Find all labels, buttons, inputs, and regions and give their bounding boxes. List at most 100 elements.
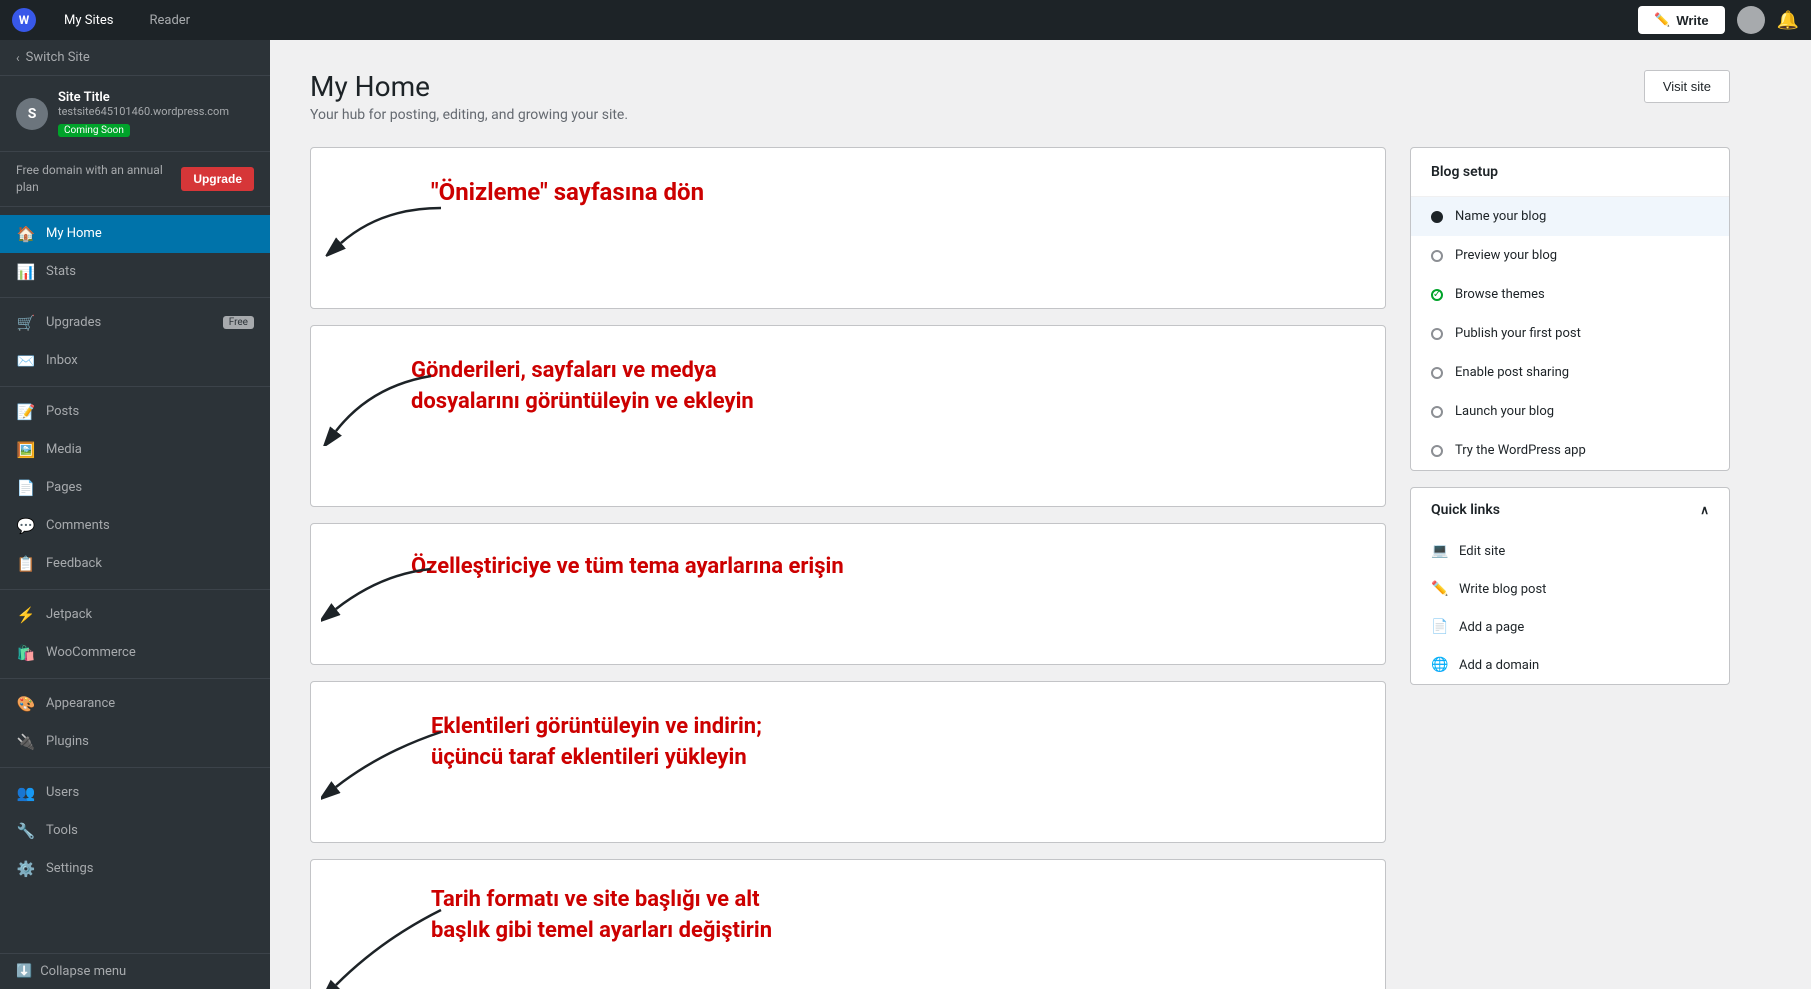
quick-link-label-add-domain: Add a domain <box>1459 658 1539 673</box>
sidebar: ‹ Switch Site S Site Title testsite64510… <box>0 40 270 989</box>
topbar-right: ✏️ Write 🔔 <box>1638 6 1799 34</box>
sidebar-item-tools[interactable]: 🔧 Tools <box>0 812 270 850</box>
write-button[interactable]: ✏️ Write <box>1638 6 1724 34</box>
arrow-preview <box>321 198 451 258</box>
collapse-label: Collapse menu <box>40 964 126 979</box>
setup-label-preview: Preview your blog <box>1455 248 1557 263</box>
page-title: My Home <box>310 70 628 103</box>
sidebar-label-plugins: Plugins <box>46 734 254 749</box>
sidebar-label-jetpack: Jetpack <box>46 607 254 622</box>
nav-divider-2 <box>0 386 270 387</box>
quick-links-title: Quick links <box>1431 502 1500 518</box>
setup-dot-themes: ✓ <box>1431 289 1443 301</box>
sidebar-item-media[interactable]: 🖼️ Media <box>0 431 270 469</box>
page-header: My Home Your hub for posting, editing, a… <box>310 70 1730 123</box>
setup-item-name[interactable]: Name your blog <box>1411 197 1729 236</box>
sidebar-label-stats: Stats <box>46 264 254 279</box>
sidebar-item-settings[interactable]: ⚙️ Settings <box>0 850 270 888</box>
nav-divider-3 <box>0 589 270 590</box>
setup-item-launch[interactable]: Launch your blog <box>1411 392 1729 431</box>
nav-divider-1 <box>0 297 270 298</box>
users-icon: 👥 <box>16 783 36 803</box>
laptop-icon: 💻 <box>1431 542 1449 560</box>
setup-label-publish: Publish your first post <box>1455 326 1581 341</box>
sidebar-item-stats[interactable]: 📊 Stats <box>0 253 270 291</box>
switch-site[interactable]: ‹ Switch Site <box>0 40 270 76</box>
card-plugins: Eklentileri görüntüleyin ve indirin;üçün… <box>310 681 1386 843</box>
quick-links-header: Quick links ∧ <box>1411 488 1729 532</box>
quick-link-edit-site[interactable]: 💻 Edit site <box>1411 532 1729 570</box>
sidebar-label-users: Users <box>46 785 254 800</box>
setup-item-preview[interactable]: Preview your blog <box>1411 236 1729 275</box>
sidebar-label-comments: Comments <box>46 518 254 533</box>
bell-icon[interactable]: 🔔 <box>1777 10 1799 31</box>
card-plugins-content: Eklentileri görüntüleyin ve indirin;üçün… <box>311 682 1385 842</box>
topbar-brand: W <box>12 8 36 32</box>
feedback-icon: 📋 <box>16 554 36 574</box>
upgrade-button[interactable]: Upgrade <box>181 167 254 191</box>
upgrades-icon: 🛒 <box>16 313 36 333</box>
blog-setup-header: Blog setup <box>1411 148 1729 197</box>
stats-icon: 📊 <box>16 262 36 282</box>
sidebar-label-upgrades: Upgrades <box>46 315 213 330</box>
sidebar-item-pages[interactable]: 📄 Pages <box>0 469 270 507</box>
setup-dot-preview <box>1431 250 1443 262</box>
setup-item-themes[interactable]: ✓ Browse themes <box>1411 275 1729 314</box>
setup-label-name: Name your blog <box>1455 209 1546 224</box>
site-name: Site Title <box>58 90 254 105</box>
sidebar-label-woocommerce: WooCommerce <box>46 645 254 660</box>
sidebar-item-users[interactable]: 👥 Users <box>0 774 270 812</box>
collapse-menu[interactable]: ⬇️ Collapse menu <box>0 953 270 989</box>
quick-link-add-page[interactable]: 📄 Add a page <box>1411 608 1729 646</box>
wp-logo: W <box>12 8 36 32</box>
card-settings-content: Tarih formatı ve site başlığı ve altbaşl… <box>311 860 1385 989</box>
site-icon: S <box>16 98 48 130</box>
annotation-posts: Gönderileri, sayfaları ve medyadosyaları… <box>411 356 754 418</box>
sidebar-item-jetpack[interactable]: ⚡ Jetpack <box>0 596 270 634</box>
sidebar-label-settings: Settings <box>46 861 254 876</box>
sidebar-label-inbox: Inbox <box>46 353 254 368</box>
nav-divider-4 <box>0 678 270 679</box>
quick-link-label-add-page: Add a page <box>1459 620 1524 635</box>
topbar-nav-reader[interactable]: Reader <box>141 9 198 32</box>
site-info: S Site Title testsite645101460.wordpress… <box>0 76 270 152</box>
annotation-appearance: Özelleştiriciye ve tüm tema ayarlarına e… <box>411 554 844 579</box>
media-icon: 🖼️ <box>16 440 36 460</box>
setup-label-app: Try the WordPress app <box>1455 443 1586 458</box>
setup-dot-launch <box>1431 406 1443 418</box>
sidebar-item-posts[interactable]: 📝 Posts <box>0 393 270 431</box>
page-icon: 📄 <box>1431 618 1449 636</box>
avatar[interactable] <box>1737 6 1765 34</box>
setup-dot-publish <box>1431 328 1443 340</box>
sidebar-item-woocommerce[interactable]: 🛍️ WooCommerce <box>0 634 270 672</box>
sidebar-item-myhome[interactable]: 🏠 My Home <box>0 215 270 253</box>
quick-link-add-domain[interactable]: 🌐 Add a domain <box>1411 646 1729 684</box>
card-preview-content: "Önizleme" sayfasına dön <box>311 148 1385 308</box>
chevron-left-icon: ‹ <box>16 51 20 65</box>
left-column: "Önizleme" sayfasına dön Gönderileri, sa… <box>310 147 1386 989</box>
annotation-settings: Tarih formatı ve site başlığı ve altbaşl… <box>431 885 772 947</box>
topbar-nav-mysites[interactable]: My Sites <box>56 9 121 32</box>
settings-icon: ⚙️ <box>16 859 36 879</box>
setup-item-app[interactable]: Try the WordPress app <box>1411 431 1729 470</box>
quick-link-write-post[interactable]: ✏️ Write blog post <box>1411 570 1729 608</box>
sidebar-item-upgrades[interactable]: 🛒 Upgrades Free <box>0 304 270 342</box>
annotation-preview: "Önizleme" sayfasına dön <box>431 178 704 206</box>
card-preview: "Önizleme" sayfasına dön <box>310 147 1386 309</box>
quick-links-card: Quick links ∧ 💻 Edit site ✏️ Write blog … <box>1410 487 1730 685</box>
sidebar-item-appearance[interactable]: 🎨 Appearance <box>0 685 270 723</box>
setup-label-launch: Launch your blog <box>1455 404 1554 419</box>
sidebar-item-feedback[interactable]: 📋 Feedback <box>0 545 270 583</box>
sidebar-item-inbox[interactable]: ✉️ Inbox <box>0 342 270 380</box>
visit-site-button[interactable]: Visit site <box>1644 70 1730 103</box>
setup-item-publish[interactable]: Publish your first post <box>1411 314 1729 353</box>
sidebar-item-plugins[interactable]: 🔌 Plugins <box>0 723 270 761</box>
card-appearance-content: Özelleştiriciye ve tüm tema ayarlarına e… <box>311 524 1385 664</box>
sidebar-label-feedback: Feedback <box>46 556 254 571</box>
setup-item-sharing[interactable]: Enable post sharing <box>1411 353 1729 392</box>
nav-divider-5 <box>0 767 270 768</box>
sidebar-label-posts: Posts <box>46 404 254 419</box>
sidebar-item-comments[interactable]: 💬 Comments <box>0 507 270 545</box>
pencil-icon: ✏️ <box>1654 12 1670 28</box>
posts-icon: 📝 <box>16 402 36 422</box>
